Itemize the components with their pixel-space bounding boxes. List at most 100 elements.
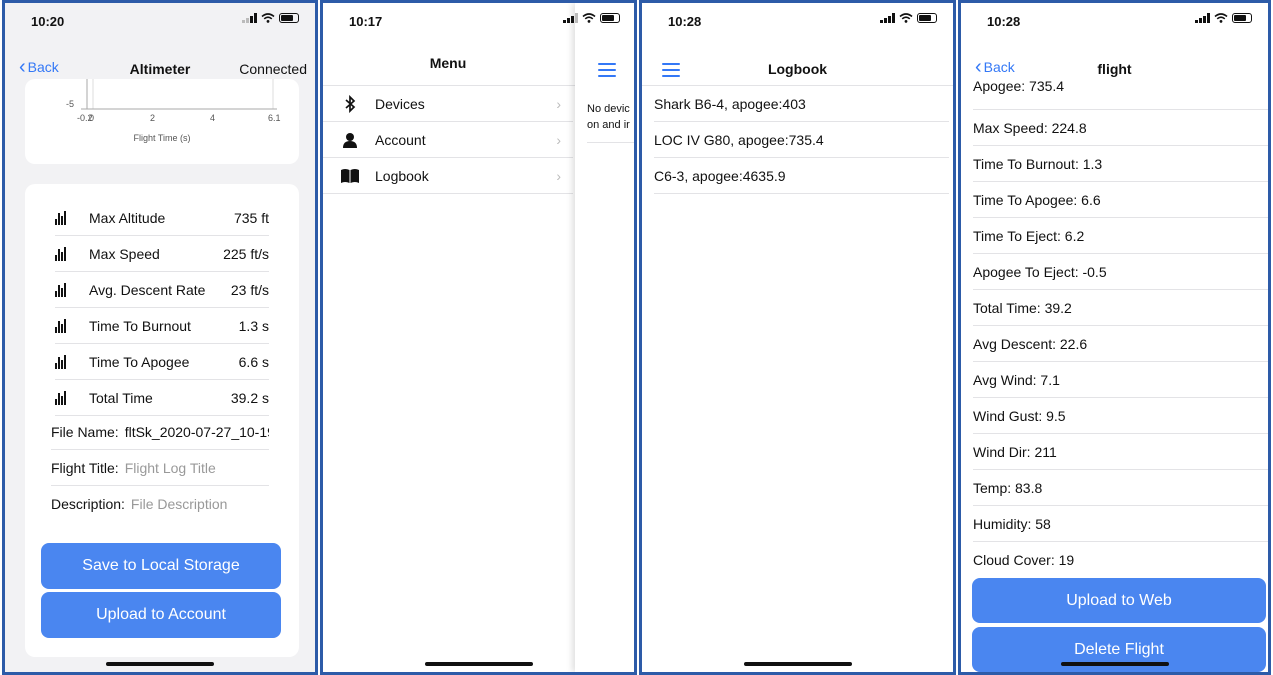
chart-card: -5 -0.2 0 2 4 6.1 Flight Time (s) [25, 79, 299, 164]
chevron-right-icon: › [556, 95, 561, 112]
flight-detail-screen: 10:28 ‹ Back flight Apogee: 735.4 Max Spe… [958, 0, 1271, 675]
stat-label: Max Altitude [89, 209, 166, 226]
menu-item-devices[interactable]: Devices › [323, 86, 573, 122]
bar-chart-icon [55, 318, 77, 333]
status-icons [563, 13, 620, 23]
chevron-right-icon: › [556, 167, 561, 184]
signal-icon [1195, 13, 1210, 23]
stat-value: 225 ft/s [223, 245, 269, 262]
logbook-entry[interactable]: C6-3, apogee:4635.9 [654, 158, 949, 194]
file-name-label: File Name: [51, 423, 119, 440]
page-title: Menu [429, 55, 467, 71]
stats-card: Max Altitude 735 ft Max Speed 225 ft/s A… [25, 184, 299, 657]
chart-x-tick: 0 [89, 113, 95, 123]
save-local-button[interactable]: Save to Local Storage [41, 543, 281, 589]
upload-web-button[interactable]: Upload to Web [972, 578, 1266, 623]
status-icons [242, 13, 299, 23]
menu-screen: 10:17 Menu Devices › Account › Logbook ›… [320, 0, 637, 675]
menu-item-account[interactable]: Account › [323, 122, 573, 158]
stat-value: 23 ft/s [230, 281, 269, 298]
hamburger-menu-icon[interactable] [598, 63, 616, 77]
flight-title-label: Flight Title: [51, 459, 119, 476]
status-icons [1195, 13, 1252, 23]
connection-status: Connected [239, 61, 307, 77]
flight-field: Time To Apogee: 6.6 [973, 182, 1268, 218]
flight-field: Max Speed: 224.8 [973, 110, 1268, 146]
status-time: 10:28 [987, 14, 1021, 29]
wifi-icon [261, 13, 275, 23]
underlying-page-panel[interactable]: No devic on and ir [563, 3, 634, 672]
flight-chart [81, 79, 277, 110]
bar-chart-icon [55, 210, 77, 225]
wifi-icon [899, 13, 913, 23]
menu-item-logbook[interactable]: Logbook › [323, 158, 573, 194]
stat-row: Total Time 39.2 s [55, 380, 269, 416]
menu-item-label: Devices [375, 95, 425, 112]
description-label: Description: [51, 496, 125, 512]
flight-title-row[interactable]: Flight Title: Flight Log Title [51, 450, 269, 486]
wifi-icon [1214, 13, 1228, 23]
divider [587, 142, 634, 143]
chart-x-label: Flight Time (s) [133, 133, 191, 143]
home-indicator [743, 662, 852, 666]
flight-field: Wind Dir: 211 [973, 434, 1268, 470]
file-name-row: File Name: fltSk_2020-07-27_10-19 [51, 414, 269, 450]
status-icons [880, 13, 937, 23]
message-line: No devic [587, 103, 630, 115]
flight-field: Apogee To Eject: -0.5 [973, 254, 1268, 290]
chart-x-tick: 6.1 [268, 113, 281, 123]
logbook-screen: 10:28 Logbook Shark B6-4, apogee:403 LOC… [639, 0, 956, 675]
stat-row: Avg. Descent Rate 23 ft/s [55, 272, 269, 308]
flight-field: Humidity: 58 [973, 506, 1268, 542]
bluetooth-icon [339, 94, 361, 113]
message-line: on and ir [587, 119, 630, 131]
home-indicator [106, 662, 214, 666]
altimeter-screen: 10:20 ‹ Back Altimeter Connected -5 -0.2 … [2, 0, 318, 675]
description-field[interactable]: File Description [131, 496, 227, 512]
book-icon [339, 168, 361, 184]
bar-chart-icon [55, 390, 77, 405]
stat-value: 6.6 s [238, 353, 269, 370]
signal-icon [880, 13, 895, 23]
file-name-value: fltSk_2020-07-27_10-19 [124, 423, 269, 440]
battery-icon [600, 13, 620, 23]
flight-field: Apogee: 735.4 [973, 74, 1268, 110]
page-title: Logbook [767, 61, 828, 77]
bar-chart-icon [55, 282, 77, 297]
battery-icon [1232, 13, 1252, 23]
stat-row: Max Altitude 735 ft [55, 200, 269, 236]
flight-field: Time To Eject: 6.2 [973, 218, 1268, 254]
flight-field: Avg Wind: 7.1 [973, 362, 1268, 398]
chart-y-tick: -5 [66, 99, 75, 109]
menu-item-label: Logbook [375, 167, 429, 184]
stat-label: Max Speed [89, 245, 160, 262]
home-indicator [424, 662, 533, 666]
person-icon [339, 132, 361, 148]
upload-account-button[interactable]: Upload to Account [41, 592, 281, 638]
battery-icon [917, 13, 937, 23]
home-indicator [1060, 662, 1169, 666]
flight-field: Temp: 83.8 [973, 470, 1268, 506]
menu-item-label: Account [375, 131, 426, 148]
logbook-entry[interactable]: Shark B6-4, apogee:403 [654, 86, 949, 122]
description-row[interactable]: Description: File Description [51, 486, 269, 522]
flight-title-field[interactable]: Flight Log Title [125, 460, 216, 476]
stat-row: Max Speed 225 ft/s [55, 236, 269, 272]
stat-label: Avg. Descent Rate [89, 281, 206, 298]
stat-value: 39.2 s [230, 389, 269, 406]
devices-message: No devic on and ir [587, 101, 630, 133]
stat-value: 1.3 s [238, 317, 269, 334]
stat-row: Time To Apogee 6.6 s [55, 344, 269, 380]
signal-icon [563, 13, 578, 23]
flight-field: Total Time: 39.2 [973, 290, 1268, 326]
stat-label: Total Time [89, 389, 153, 406]
chevron-right-icon: › [556, 131, 561, 148]
chart-x-tick: 2 [150, 113, 156, 123]
stat-label: Time To Apogee [89, 353, 190, 370]
signal-icon [242, 13, 257, 23]
flight-field: Time To Burnout: 1.3 [973, 146, 1268, 182]
logbook-entry[interactable]: LOC IV G80, apogee:735.4 [654, 122, 949, 158]
status-time: 10:17 [349, 14, 383, 29]
flight-field: Cloud Cover: 19 [973, 552, 1075, 568]
bar-chart-icon [55, 354, 77, 369]
